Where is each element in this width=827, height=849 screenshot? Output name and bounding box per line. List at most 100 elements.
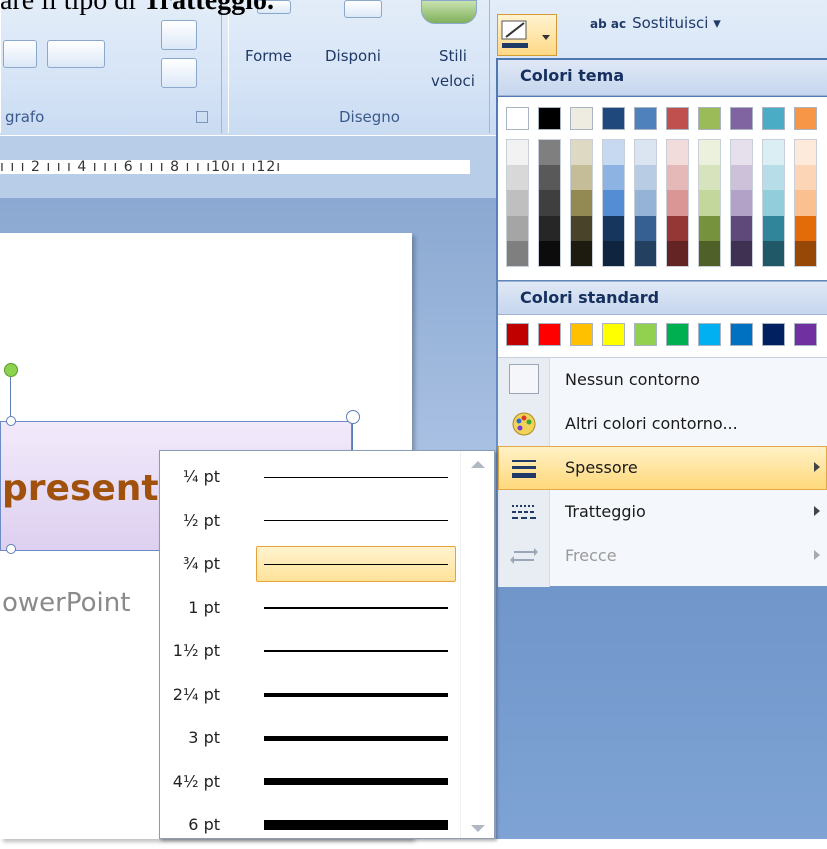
theme-shade-swatch[interactable]: [635, 240, 656, 266]
theme-shade-swatch[interactable]: [571, 190, 592, 216]
theme-shade-swatch[interactable]: [667, 190, 688, 216]
standard-color-swatch[interactable]: [762, 323, 785, 346]
standard-color-swatch[interactable]: [538, 323, 561, 346]
menu-item-more-colors[interactable]: Altri colori contorno...: [498, 402, 827, 446]
theme-shade-swatch[interactable]: [699, 240, 720, 266]
menu-item-dash[interactable]: Tratteggio: [498, 490, 827, 534]
theme-shade-swatch[interactable]: [795, 240, 816, 266]
theme-shade-swatch[interactable]: [699, 215, 720, 241]
theme-shade-swatch[interactable]: [635, 140, 656, 166]
theme-shade-swatch[interactable]: [635, 165, 656, 191]
weight-item[interactable]: 4½ pt: [160, 762, 460, 806]
arrange-button[interactable]: Disponi: [325, 47, 381, 65]
weight-item[interactable]: 2¼ pt: [160, 675, 460, 719]
resize-handle-bl[interactable]: [6, 544, 16, 554]
theme-shade-swatch[interactable]: [539, 215, 560, 241]
columns-button[interactable]: [47, 40, 105, 68]
quick-styles-label-1[interactable]: Stili: [439, 47, 467, 65]
theme-shade-swatch[interactable]: [795, 165, 816, 191]
shapes-button[interactable]: Forme: [245, 47, 292, 65]
theme-shade-swatch[interactable]: [635, 190, 656, 216]
theme-shade-swatch[interactable]: [763, 190, 784, 216]
theme-shade-swatch[interactable]: [763, 215, 784, 241]
shape-outline-button[interactable]: [497, 14, 557, 56]
theme-shade-swatch[interactable]: [603, 165, 624, 191]
weight-item[interactable]: 6 pt: [160, 805, 460, 849]
theme-color-swatch[interactable]: [538, 107, 561, 130]
rotate-handle[interactable]: [4, 363, 18, 377]
theme-shade-swatch[interactable]: [731, 140, 752, 166]
theme-shade-swatch[interactable]: [603, 140, 624, 166]
resize-handle-tl[interactable]: [6, 416, 16, 426]
theme-shade-swatch[interactable]: [507, 140, 528, 166]
theme-shade-swatch[interactable]: [667, 240, 688, 266]
theme-shade-swatch[interactable]: [699, 190, 720, 216]
theme-shade-swatch[interactable]: [571, 140, 592, 166]
menu-item-no-outline[interactable]: Nessun contorno: [498, 358, 827, 402]
text-direction-icon[interactable]: [161, 20, 197, 50]
theme-shade-swatch[interactable]: [571, 240, 592, 266]
weight-item[interactable]: ½ pt: [160, 501, 460, 545]
theme-shade-swatch[interactable]: [731, 190, 752, 216]
theme-shade-swatch[interactable]: [699, 140, 720, 166]
theme-color-swatch[interactable]: [794, 107, 817, 130]
standard-color-swatch[interactable]: [666, 323, 689, 346]
theme-shade-swatch[interactable]: [507, 165, 528, 191]
scroll-down-icon[interactable]: [471, 825, 485, 832]
theme-color-swatch[interactable]: [570, 107, 593, 130]
theme-shade-swatch[interactable]: [667, 165, 688, 191]
theme-color-swatch[interactable]: [730, 107, 753, 130]
theme-shade-swatch[interactable]: [603, 215, 624, 241]
theme-shade-swatch[interactable]: [795, 190, 816, 216]
theme-shade-swatch[interactable]: [763, 140, 784, 166]
theme-shade-swatch[interactable]: [731, 215, 752, 241]
theme-shade-swatch[interactable]: [795, 215, 816, 241]
theme-shade-swatch[interactable]: [571, 215, 592, 241]
theme-shade-swatch[interactable]: [507, 190, 528, 216]
standard-color-swatch[interactable]: [634, 323, 657, 346]
quick-styles-label-2[interactable]: veloci: [431, 72, 475, 90]
theme-shade-swatch[interactable]: [507, 240, 528, 266]
theme-color-swatch[interactable]: [666, 107, 689, 130]
theme-color-swatch[interactable]: [698, 107, 721, 130]
standard-color-swatch[interactable]: [730, 323, 753, 346]
theme-shade-swatch[interactable]: [635, 215, 656, 241]
theme-shade-swatch[interactable]: [795, 140, 816, 166]
theme-color-swatch[interactable]: [634, 107, 657, 130]
theme-shade-swatch[interactable]: [731, 165, 752, 191]
theme-shade-swatch[interactable]: [667, 215, 688, 241]
theme-color-swatch[interactable]: [762, 107, 785, 130]
theme-shade-swatch[interactable]: [507, 215, 528, 241]
weight-item[interactable]: 1 pt: [160, 588, 460, 632]
standard-color-swatch[interactable]: [602, 323, 625, 346]
theme-shade-swatch[interactable]: [763, 240, 784, 266]
dialog-launcher-icon[interactable]: [196, 111, 208, 123]
scroll-up-icon[interactable]: [471, 461, 485, 468]
theme-shade-swatch[interactable]: [539, 240, 560, 266]
weight-item[interactable]: ¼ pt: [160, 457, 460, 501]
theme-shade-swatch[interactable]: [731, 240, 752, 266]
theme-shade-swatch[interactable]: [699, 165, 720, 191]
theme-shade-swatch[interactable]: [539, 140, 560, 166]
theme-color-swatch[interactable]: [602, 107, 625, 130]
theme-shade-swatch[interactable]: [603, 190, 624, 216]
standard-color-swatch[interactable]: [570, 323, 593, 346]
weight-item[interactable]: 3 pt: [160, 718, 460, 762]
align-justify-icon[interactable]: [3, 40, 37, 68]
theme-shade-swatch[interactable]: [539, 165, 560, 191]
standard-color-swatch[interactable]: [698, 323, 721, 346]
standard-color-swatch[interactable]: [506, 323, 529, 346]
smartart-icon[interactable]: [161, 58, 197, 88]
theme-shade-swatch[interactable]: [571, 165, 592, 191]
standard-color-swatch[interactable]: [794, 323, 817, 346]
replace-button[interactable]: ab ac Sostituisci ▾: [590, 14, 721, 44]
theme-shade-swatch[interactable]: [763, 165, 784, 191]
theme-color-swatch[interactable]: [506, 107, 529, 130]
weight-item[interactable]: 1½ pt: [160, 631, 460, 675]
theme-shade-swatch[interactable]: [603, 240, 624, 266]
weight-item[interactable]: ¾ pt: [160, 544, 460, 588]
menu-item-weight[interactable]: Spessore: [498, 446, 827, 490]
theme-shade-swatch[interactable]: [539, 190, 560, 216]
resize-handle[interactable]: [346, 410, 360, 424]
theme-shade-swatch[interactable]: [667, 140, 688, 166]
